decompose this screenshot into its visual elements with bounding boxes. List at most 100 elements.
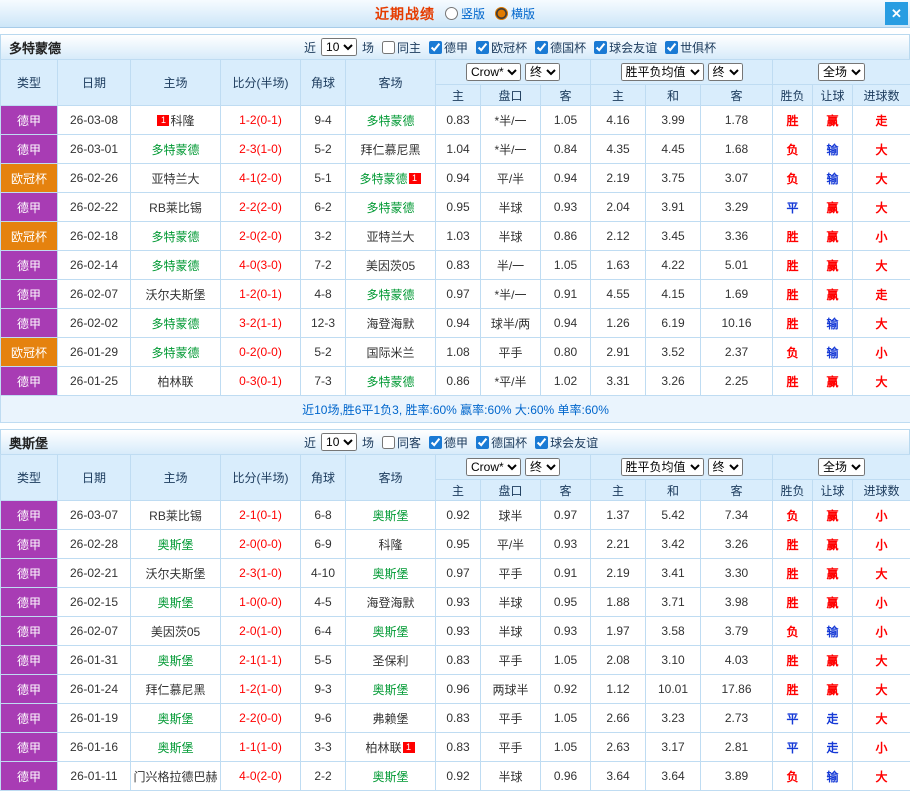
team-link[interactable]: 多特蒙德 [359, 172, 407, 186]
home-team-cell: 多特蒙德 [131, 338, 221, 367]
avg-odds-select[interactable]: 胜平负均值 [621, 63, 704, 81]
filter-checkbox[interactable] [429, 436, 442, 449]
team-link[interactable]: 奥斯堡 [157, 741, 193, 755]
team-link[interactable]: RB莱比锡 [149, 201, 202, 215]
avg-odds-select[interactable]: 胜平负均值 [621, 458, 704, 476]
result-handicap-cell: 输 [813, 164, 853, 193]
team-link[interactable]: 奥斯堡 [372, 567, 408, 581]
filter-checkbox[interactable] [535, 436, 548, 449]
team-link[interactable]: 门兴格拉德巴赫 [133, 770, 217, 784]
team-link[interactable]: RB莱比锡 [149, 509, 202, 523]
score-cell: 1-0(0-0) [221, 588, 301, 617]
team-link[interactable]: 多特蒙德 [366, 201, 414, 215]
team-link[interactable]: 亚特兰大 [366, 230, 414, 244]
team-link[interactable]: 多特蒙德 [151, 346, 199, 360]
vertical-layout-radio[interactable] [445, 7, 458, 20]
team-link[interactable]: 奥斯堡 [157, 712, 193, 726]
filter-德国杯[interactable]: 德国杯 [476, 434, 527, 451]
away-team-cell: 奥斯堡 [346, 559, 436, 588]
filter-checkbox[interactable] [429, 41, 442, 54]
odds-stage-select[interactable]: 终 [525, 63, 560, 81]
filter-同主[interactable]: 同主 [382, 39, 421, 56]
filter-checkbox[interactable] [476, 436, 489, 449]
team-link[interactable]: 弗赖堡 [372, 712, 408, 726]
team-link[interactable]: 奥斯堡 [372, 625, 408, 639]
team-link[interactable]: 多特蒙德 [366, 375, 414, 389]
bookmaker-select[interactable]: Crow* [466, 458, 521, 476]
match-count-select[interactable]: 10 [321, 433, 357, 451]
scope-select[interactable]: 全场 [818, 458, 865, 476]
team-link[interactable]: 奥斯堡 [372, 683, 408, 697]
corners-cell: 5-5 [301, 646, 346, 675]
team-link[interactable]: 亚特兰大 [151, 172, 199, 186]
team-link[interactable]: 沃尔夫斯堡 [145, 567, 205, 581]
team-link[interactable]: 奥斯堡 [372, 509, 408, 523]
team-link[interactable]: 奥斯堡 [157, 654, 193, 668]
avg-home-cell: 4.16 [591, 106, 646, 135]
team-link[interactable]: 科隆 [378, 538, 402, 552]
team-link[interactable]: 多特蒙德 [151, 317, 199, 331]
team-link[interactable]: 柏林联 [157, 375, 193, 389]
team-link[interactable]: 奥斯堡 [372, 770, 408, 784]
team-link[interactable]: 海登海默 [366, 596, 414, 610]
filter-世俱杯[interactable]: 世俱杯 [665, 39, 716, 56]
corners-cell: 5-2 [301, 135, 346, 164]
team-link[interactable]: 奥斯堡 [157, 538, 193, 552]
avg-stage-select[interactable]: 终 [708, 63, 743, 81]
filter-checkbox[interactable] [476, 41, 489, 54]
team-link[interactable]: 多特蒙德 [151, 259, 199, 273]
horizontal-layout-radio[interactable] [495, 7, 508, 20]
filter-球会友谊[interactable]: 球会友谊 [594, 39, 657, 56]
filter-checkbox-label: 同主 [397, 39, 421, 56]
result-goals-cell: 大 [853, 193, 910, 222]
filter-德甲[interactable]: 德甲 [429, 39, 468, 56]
layout-option-horizontal[interactable]: 横版 [495, 5, 535, 22]
corners-cell: 2-2 [301, 762, 346, 791]
match-row: 德甲26-02-07沃尔夫斯堡1-2(0-1)4-8多特蒙德0.97*半/一0.… [1, 280, 910, 309]
match-count-select[interactable]: 10 [321, 38, 357, 56]
bookmaker-select[interactable]: Crow* [466, 63, 521, 81]
team-link[interactable]: 多特蒙德 [366, 288, 414, 302]
team-link[interactable]: 多特蒙德 [366, 114, 414, 128]
away-team-cell: 科隆 [346, 530, 436, 559]
scope-select[interactable]: 全场 [818, 63, 865, 81]
filter-checkbox[interactable] [665, 41, 678, 54]
match-row: 德甲26-03-01多特蒙德2-3(1-0)5-2拜仁慕尼黑1.04*半/一0.… [1, 135, 910, 164]
filter-欧冠杯[interactable]: 欧冠杯 [476, 39, 527, 56]
filter-checkbox[interactable] [382, 41, 395, 54]
layout-option-vertical[interactable]: 竖版 [445, 5, 485, 22]
team-link[interactable]: 美因茨05 [366, 259, 415, 273]
team-link[interactable]: 奥斯堡 [157, 596, 193, 610]
avg-draw-cell: 3.10 [646, 646, 701, 675]
team-link[interactable]: 拜仁慕尼黑 [360, 143, 420, 157]
filter-同客[interactable]: 同客 [382, 434, 421, 451]
filter-德甲[interactable]: 德甲 [429, 434, 468, 451]
filter-球会友谊[interactable]: 球会友谊 [535, 434, 598, 451]
team-link[interactable]: 多特蒙德 [151, 143, 199, 157]
team-link[interactable]: 圣保利 [372, 654, 408, 668]
team-link[interactable]: 科隆 [170, 114, 194, 128]
results-table: 类型日期主场比分(半场)角球客场Crow*终胜平负均值终全场主盘口客主和客胜负让… [0, 454, 910, 791]
odds-stage-select[interactable]: 终 [525, 458, 560, 476]
filter-德国杯[interactable]: 德国杯 [535, 39, 586, 56]
match-row: 德甲26-02-07美因茨052-0(1-0)6-4奥斯堡0.93半球0.931… [1, 617, 910, 646]
team-link[interactable]: 柏林联 [365, 741, 401, 755]
filter-checkbox[interactable] [535, 41, 548, 54]
result-handicap-cell: 输 [813, 617, 853, 646]
filter-checkbox[interactable] [594, 41, 607, 54]
team-link[interactable]: 国际米兰 [366, 346, 414, 360]
filter-checkbox[interactable] [382, 436, 395, 449]
close-icon[interactable]: ✕ [885, 2, 908, 25]
team-link[interactable]: 多特蒙德 [151, 230, 199, 244]
handicap-cell: *半/一 [481, 106, 541, 135]
result-wdl-cell: 负 [773, 501, 813, 530]
team-link[interactable]: 沃尔夫斯堡 [145, 288, 205, 302]
team-link[interactable]: 海登海默 [366, 317, 414, 331]
team-link[interactable]: 拜仁慕尼黑 [145, 683, 205, 697]
away-team-cell: 奥斯堡 [346, 675, 436, 704]
result-wdl-cell: 负 [773, 762, 813, 791]
avg-stage-select[interactable]: 终 [708, 458, 743, 476]
handicap-cell: 球半 [481, 501, 541, 530]
team-link[interactable]: 美因茨05 [151, 625, 200, 639]
result-handicap-cell: 赢 [813, 675, 853, 704]
